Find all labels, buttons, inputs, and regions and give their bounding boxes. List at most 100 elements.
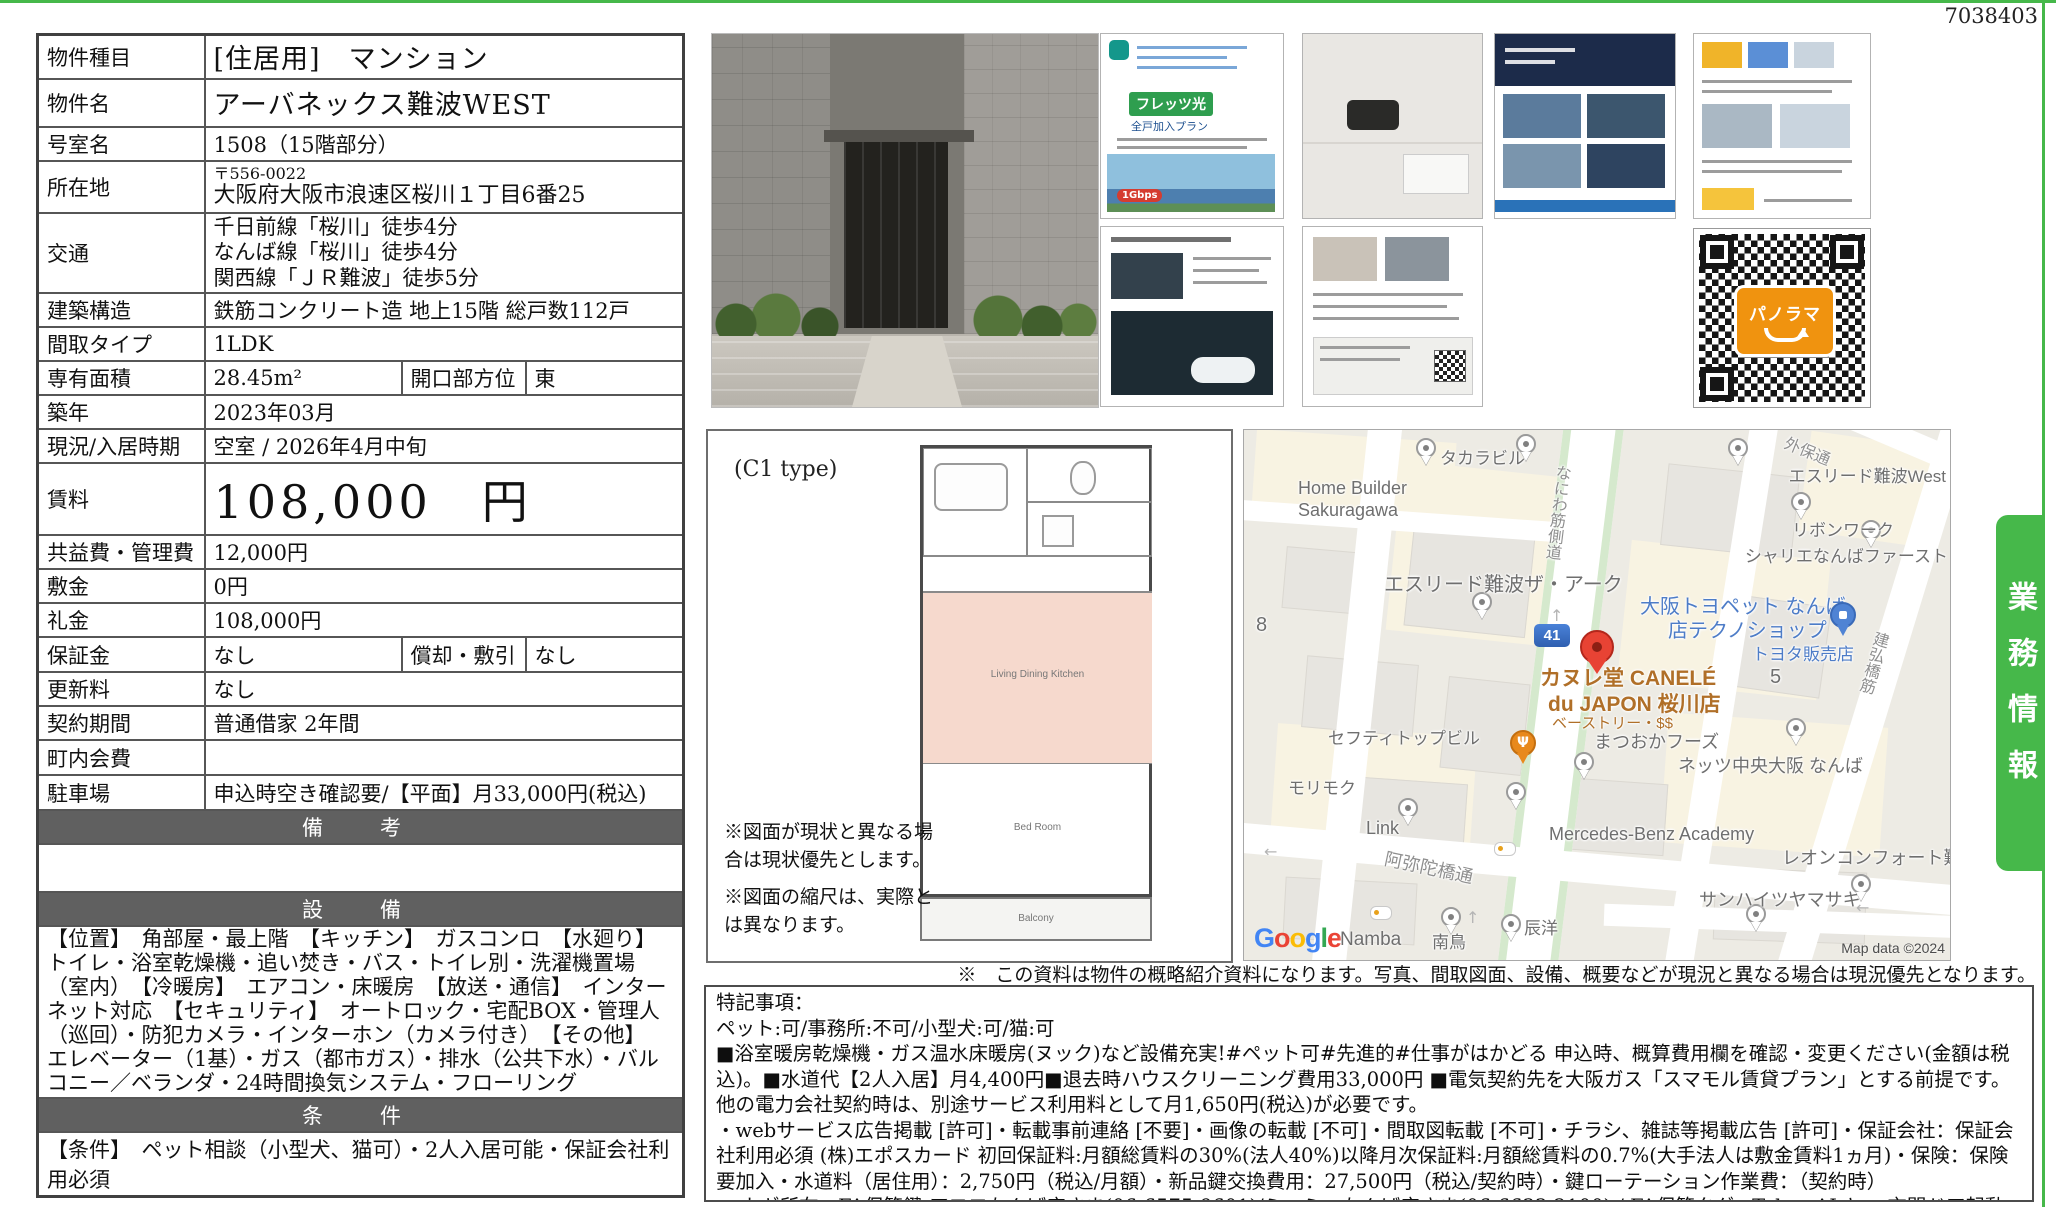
access-line: 関西線「ＪＲ難波」徒歩5分 [214, 266, 675, 292]
row-label: 保証金 [38, 637, 205, 672]
doc-photo [1111, 253, 1183, 299]
qr-finder-icon [1700, 367, 1734, 401]
thumbnail-kitchen-doc[interactable] [1302, 226, 1483, 407]
deco-line [1320, 358, 1400, 361]
thumbnail-guide-document[interactable] [1693, 33, 1871, 219]
brochure-photo [1587, 94, 1665, 138]
room-value: 1508（15階部分） [205, 127, 684, 161]
deco-line [1702, 170, 1842, 173]
brochure-photo [1503, 144, 1581, 188]
map-label: Link [1366, 818, 1399, 839]
bed-room: Bed Room [923, 764, 1152, 894]
deco-line [1137, 56, 1227, 59]
row-label: 敷金 [38, 569, 205, 603]
row-label: 共益費・管理費 [38, 535, 205, 569]
map-pin [1398, 798, 1418, 818]
brochure-footer [1495, 200, 1675, 212]
google-letter: g [1305, 923, 1321, 953]
remarks-header: 備 考 [38, 810, 684, 844]
device-photo [1347, 100, 1399, 130]
page-border-right [2042, 0, 2045, 1207]
access-value: 千日前線「桜川」徒歩4分 なんば線「桜川」徒歩4分 関西線「ＪＲ難波」徒歩5分 [205, 213, 684, 294]
google-logo: Google [1254, 923, 1341, 954]
notes-line: ペット:可/事務所:不可/小型犬:可/猫:可 [716, 1016, 2022, 1042]
contract-value: 普通借家 2年間 [205, 706, 684, 740]
toilet-fixture [1070, 461, 1096, 495]
map-label: セフティトップビル [1328, 724, 1480, 749]
google-map[interactable]: ↑ ← ← ↑ Ψ 41 タカラビル 外保通 エスリード難波West Home … [1243, 429, 1951, 961]
map-label: 8 [1256, 614, 1267, 637]
row-label: 開口部方位 [402, 361, 526, 395]
map-label: レオンコンフォート難波 [1782, 844, 1951, 870]
thumbnail-dark-brochure[interactable] [1494, 33, 1676, 219]
deco-line [1313, 305, 1447, 308]
deco-line [1117, 138, 1267, 141]
row-label: 賃料 [38, 463, 205, 535]
row-label: 駐車場 [38, 775, 205, 810]
map-label: リボンワーク [1792, 516, 1894, 541]
floorplan-type-label: (C1 type) [734, 457, 837, 482]
deco-line [1320, 346, 1410, 349]
area-value: 28.45m² [205, 361, 402, 395]
deco-line [1137, 66, 1237, 69]
speed-badge: 1Gbps [1117, 189, 1162, 202]
doc-image [1794, 42, 1834, 68]
property-photo[interactable] [711, 33, 1099, 408]
special-notes-box: 特記事項： ペット:可/事務所:不可/小型犬:可/猫:可 ■浴室暖房乾燥機・ガス… [704, 985, 2034, 1202]
row-label: 現況/入居時期 [38, 429, 205, 463]
notes-title: 特記事項： [716, 990, 2022, 1016]
row-label: 物件種目 [38, 35, 205, 79]
deco-line [1117, 146, 1247, 149]
disclaimer-note: ※ この資料は物件の概略紹介資料になります。写真、間取図面、設備、概要などが現況… [704, 960, 2036, 987]
direction-value: 東 [526, 361, 684, 395]
panorama-label: パノラマ [1749, 300, 1821, 325]
map-label: エスリード難波West [1789, 462, 1946, 487]
doc-image [1780, 104, 1850, 148]
counter-photo [1403, 154, 1469, 194]
property-table: 物件種目 [住居用] マンション 物件名 アーバネックス難波WEST 号室名 1… [36, 33, 685, 1198]
key-money-value: 108,000円 [205, 603, 684, 637]
mini-qr-code [1434, 350, 1466, 382]
map-label: Sakuragawa [1298, 500, 1398, 521]
google-letter: o [1274, 923, 1290, 953]
map-label: 店テクノショップ [1668, 614, 1827, 643]
thumbnail-interior-photo[interactable] [1302, 33, 1483, 219]
bathtub-fixture [934, 463, 1008, 511]
doc-image [1702, 42, 1742, 68]
deco-line [1702, 160, 1852, 163]
thumbnail-flets-flyer[interactable]: フレッツ光 全戸加入プラン 1Gbps [1100, 33, 1284, 219]
deco-line [1313, 317, 1459, 320]
map-label: 辰洋 [1524, 914, 1558, 939]
row-label: 建築構造 [38, 293, 205, 327]
row-label: 専有面積 [38, 361, 205, 395]
photo-canopy [824, 130, 974, 142]
map-pin [1441, 907, 1461, 927]
business-info-tab[interactable]: 業務情報 [1996, 515, 2042, 871]
google-letter: e [1327, 923, 1341, 953]
access-line: なんば線「桜川」徒歩4分 [214, 240, 675, 266]
toilet-room [1027, 448, 1152, 502]
map-pin [1501, 914, 1521, 934]
map-label: モリモク [1288, 774, 1356, 799]
panorama-arrow-icon [1764, 328, 1806, 342]
built-value: 2023年03月 [205, 395, 684, 429]
notes-paragraph: ■ カギ所在：FA保管鍵:アフロなんば店さま(06-6575-9601)/ミニミ… [716, 1194, 2022, 1202]
doc-image [1702, 104, 1772, 148]
panorama-badge: パノラマ [1734, 285, 1836, 357]
balcony-label: Balcony [922, 913, 1150, 924]
notes-paragraph: ■浴室暖房乾燥機・ガス温水床暖房(ヌック)など設備充実!#ペット可#先進的#仕事… [716, 1041, 2022, 1118]
floorplan-panel: (C1 type) Living Dining Kitchen Bed Room… [706, 429, 1233, 963]
row-label: 築年 [38, 395, 205, 429]
map-label: タカラビル [1440, 444, 1525, 469]
route-41-badge: 41 [1534, 624, 1570, 647]
flets-hikari-label: フレッツ光 [1129, 92, 1213, 116]
layout-value: 1LDK [205, 327, 684, 361]
map-pin [1506, 782, 1526, 802]
doc-highlight [1702, 188, 1754, 210]
panorama-qr-code[interactable]: パノラマ [1693, 228, 1871, 408]
oneway-arrow-icon: ↑ [1466, 908, 1479, 927]
washroom [1027, 502, 1152, 556]
bus-stop-icon [1494, 842, 1516, 856]
flets-plan-label: 全戸加入プラン [1131, 118, 1208, 134]
thumbnail-bathroom-doc[interactable] [1100, 226, 1284, 407]
